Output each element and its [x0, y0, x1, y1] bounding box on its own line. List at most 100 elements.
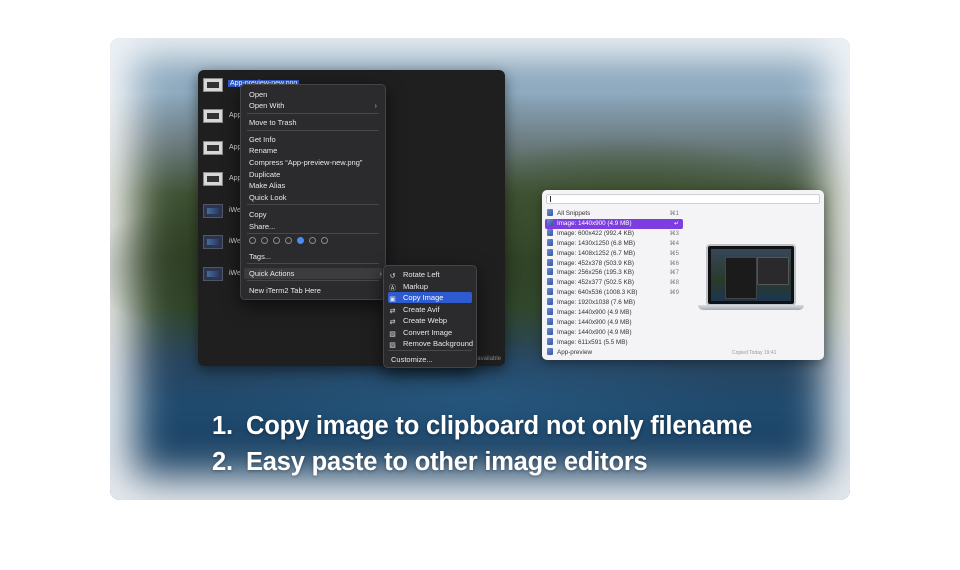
- menu-item-quick-actions[interactable]: Quick Actions ›: [244, 268, 382, 279]
- clipboard-item[interactable]: All Snippets ⌘1: [545, 209, 683, 219]
- image-file-icon: [547, 317, 553, 325]
- tag-color-dot[interactable]: [309, 237, 316, 244]
- tag-color-dot[interactable]: [249, 237, 256, 244]
- feature-caption: 1. Copy image to clipboard not only filen…: [212, 408, 832, 480]
- menu-item-open-with[interactable]: Open With ›: [249, 100, 377, 111]
- clipboard-item[interactable]: Image: 256x256 (195.3 KB) ⌘7: [545, 268, 683, 278]
- clipboard-item-label: Image: 1440x900 (4.9 MB): [557, 309, 632, 316]
- quick-action-label: Copy Image: [403, 293, 444, 302]
- image-file-icon: [547, 278, 553, 286]
- image-file-icon: [547, 298, 553, 306]
- clipboard-item[interactable]: Image: 1440x900 (4.9 MB) ↵: [545, 218, 683, 229]
- clipboard-timestamp: Copied Today 19:41: [732, 350, 777, 356]
- menu-item-share[interactable]: Share...: [249, 221, 377, 232]
- menu-separator: [247, 233, 379, 234]
- image-file-icon: [547, 228, 553, 236]
- tag-color-dot[interactable]: [297, 237, 304, 244]
- menu-separator: [247, 204, 379, 205]
- menu-item-move-to-trash[interactable]: Move to Trash: [249, 117, 377, 128]
- quick-action-label: Markup: [403, 282, 429, 291]
- quick-action-label: Customize...: [391, 355, 433, 364]
- clipboard-item[interactable]: Image: 1440x900 (4.9 MB): [545, 308, 683, 318]
- menu-item-rename[interactable]: Rename: [249, 145, 377, 156]
- clipboard-item-label: Image: 1920x1038 (7.6 MB): [557, 299, 636, 307]
- menu-item-copy[interactable]: Copy: [249, 209, 377, 220]
- preview-image: [706, 244, 796, 306]
- file-thumbnail-icon: [203, 78, 223, 92]
- quick-action-copy-image[interactable]: ▣ Copy Image: [388, 292, 472, 303]
- clipboard-item-label: Image: 1440x900 (4.9 MB): [557, 318, 632, 326]
- image-file-icon: [547, 238, 553, 246]
- preview-laptop-base: [698, 305, 804, 310]
- image-file-icon: [547, 327, 553, 335]
- clipboard-item-shortcut: ⌘4: [669, 240, 679, 247]
- chevron-right-icon: ›: [374, 101, 378, 110]
- menu-item-open[interactable]: Open: [249, 89, 377, 100]
- convert-icon: ⇄: [389, 319, 396, 326]
- quick-action-customize[interactable]: Customize...: [391, 354, 472, 365]
- tag-color-dot[interactable]: [321, 237, 328, 244]
- file-thumbnail-icon: [203, 235, 223, 249]
- menu-item-get-info[interactable]: Get Info: [249, 134, 377, 145]
- clipboard-item[interactable]: Image: 1430x1250 (6.8 MB) ⌘4: [545, 238, 683, 249]
- quick-action-rotate-left[interactable]: ↺ Rotate Left: [388, 269, 472, 280]
- clipboard-item-shortcut: ⌘8: [669, 280, 679, 287]
- menu-item-label: Open With: [249, 101, 285, 110]
- menu-item-make-alias[interactable]: Make Alias: [249, 180, 377, 191]
- quick-action-convert-image[interactable]: ▧ Convert Image: [388, 327, 472, 338]
- menu-item-label: Get Info: [249, 135, 276, 144]
- clipboard-item[interactable]: Image: 1440x900 (4.9 MB): [545, 327, 683, 338]
- quick-action-label: Create Webp: [403, 316, 448, 325]
- clipboard-item-shortcut: ⌘3: [669, 230, 679, 237]
- menu-item-compress-app-preview-new-png[interactable]: Compress “App-preview-new.png”: [249, 157, 377, 168]
- tag-color-dot[interactable]: [273, 237, 280, 244]
- clipboard-item[interactable]: Image: 1440x900 (4.9 MB): [545, 317, 683, 328]
- clipboard-item[interactable]: Image: 611x591 (5.5 MB): [545, 337, 683, 348]
- file-thumbnail-icon: [203, 267, 223, 281]
- quick-action-create-avif[interactable]: ⇄ Create Avif: [388, 304, 472, 315]
- menu-item-new-iterm2-tab-here[interactable]: New iTerm2 Tab Here: [249, 285, 377, 296]
- quick-action-remove-background[interactable]: ▨ Remove Background: [388, 338, 474, 349]
- tag-color-dot[interactable]: [285, 237, 292, 244]
- image-file-icon: [547, 248, 553, 256]
- file-thumbnail-icon: [203, 172, 223, 186]
- clipboard-item-label: Image: 600x422 (992.4 KB): [557, 229, 635, 237]
- clipboard-search-input[interactable]: [546, 194, 820, 204]
- clipboard-item[interactable]: App-preview: [545, 347, 683, 358]
- menu-item-quick-look[interactable]: Quick Look: [249, 192, 377, 203]
- quick-action-create-webp[interactable]: ⇄ Create Webp: [388, 315, 472, 326]
- copy-image-icon: ▣: [389, 296, 396, 303]
- menu-item-label: Copy: [249, 210, 267, 219]
- clipboard-item-label: Image: 1440x900 (4.9 MB): [557, 219, 632, 227]
- clipboard-item[interactable]: Image: 640x536 (1008.3 KB) ⌘9: [545, 288, 683, 298]
- clipboard-item[interactable]: Image: 1920x1038 (7.6 MB): [545, 298, 683, 308]
- quick-action-label: Remove Background: [403, 339, 474, 348]
- menu-item-tags[interactable]: Tags...: [249, 251, 377, 262]
- clipboard-item-shortcut: ⌘9: [669, 290, 679, 297]
- clipboard-item-shortcut: ↵: [673, 220, 679, 227]
- menu-item-label: Rename: [249, 146, 278, 155]
- tag-color-dot[interactable]: [261, 237, 268, 244]
- clipboard-item[interactable]: Image: 452x377 (502.5 KB) ⌘8: [545, 278, 683, 288]
- image-file-icon: [547, 218, 553, 226]
- menu-separator: [247, 263, 379, 264]
- clipboard-item[interactable]: Image: 1408x1252 (6.7 MB) ⌘5: [545, 248, 683, 259]
- menu-item-label: Share...: [249, 222, 276, 231]
- menu-item-label: Move to Trash: [249, 118, 297, 127]
- clipboard-item-label: App-preview: [557, 348, 592, 356]
- quick-actions-submenu: ↺ Rotate Left Ⓐ Markup ▣ Copy Image ⇄ Create Av…: [383, 265, 477, 368]
- clipboard-item[interactable]: Image: 452x378 (503.9 KB) ⌘6: [545, 258, 683, 269]
- menu-separator: [247, 280, 379, 281]
- clipboard-item-shortcut: ⌘6: [669, 260, 679, 267]
- clipboard-item-label: All Snippets: [557, 210, 591, 217]
- clipboard-item-label: Image: 1440x900 (4.9 MB): [557, 328, 632, 336]
- clipboard-item-label: Image: 640x536 (1008.3 KB): [557, 289, 638, 297]
- menu-item-duplicate[interactable]: Duplicate: [249, 169, 377, 180]
- menu-item-label: Tags...: [249, 252, 272, 261]
- image-file-icon: [547, 308, 553, 315]
- quick-action-markup[interactable]: Ⓐ Markup: [388, 281, 472, 292]
- clipboard-item[interactable]: Image: 600x422 (992.4 KB) ⌘3: [545, 228, 683, 239]
- clipboard-item-label: Image: 452x378 (503.9 KB): [557, 259, 635, 267]
- image-file-icon: [547, 337, 553, 345]
- menu-item-label: Make Alias: [249, 181, 286, 190]
